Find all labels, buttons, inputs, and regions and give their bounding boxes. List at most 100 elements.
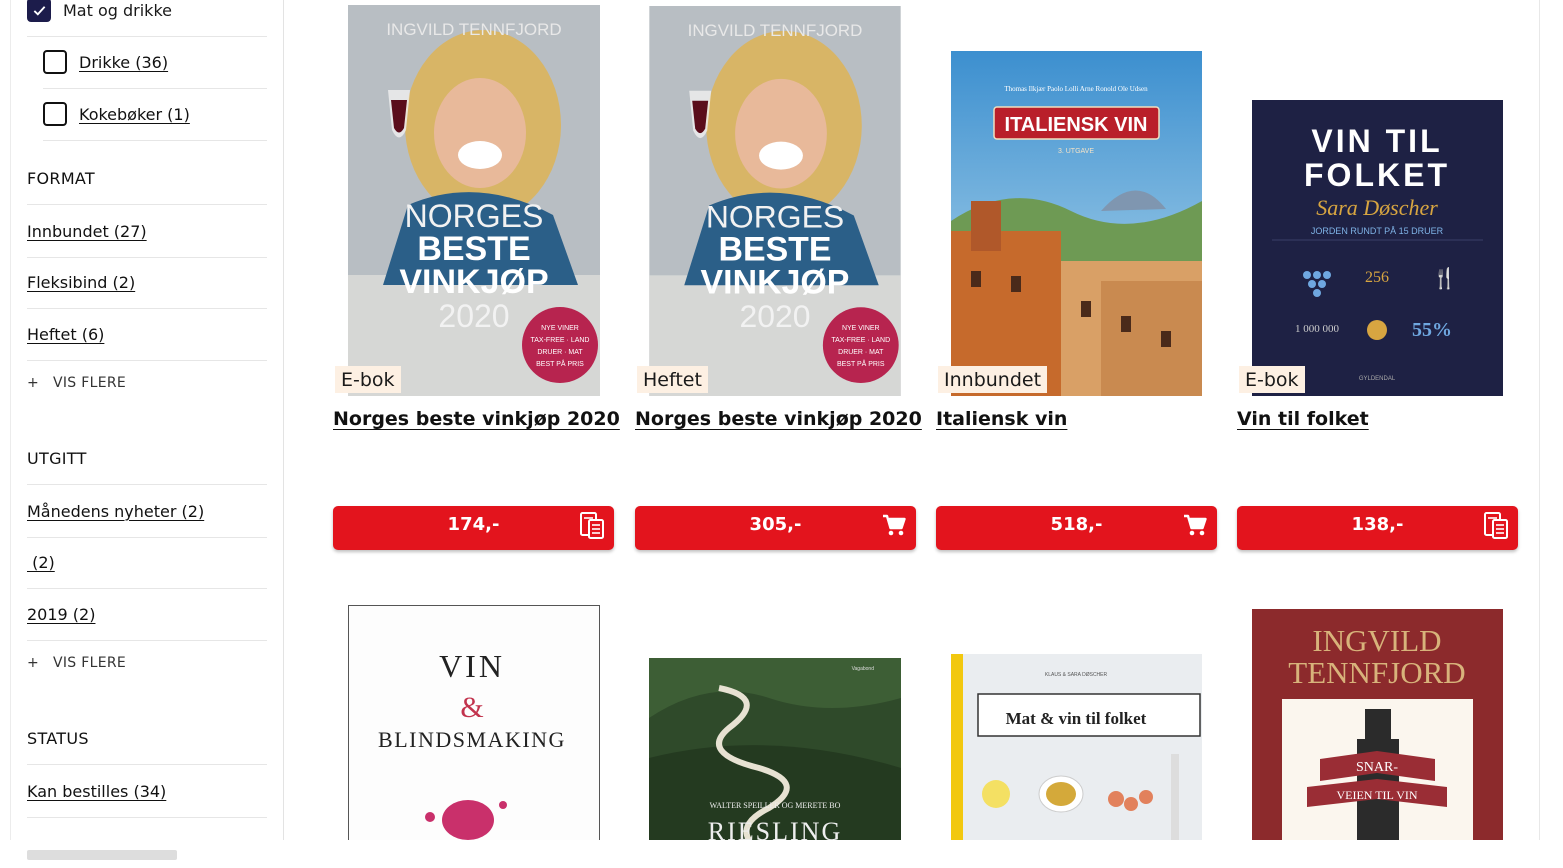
filter-item-2019[interactable]: 2019 (2) [27, 588, 267, 641]
cover-sticker: NYE VINER [842, 325, 880, 332]
cover-banner2: VEIEN TIL VIN [1336, 788, 1417, 802]
product-title-link[interactable]: Vin til folket [1237, 408, 1369, 430]
book-cover-image[interactable]: INGVILD TENNFJORD SNAR- VEIEN TIL VIN [1252, 609, 1503, 840]
filter-heading-utgitt: UTGITT [27, 449, 87, 468]
checkbox-unchecked[interactable] [43, 50, 67, 74]
format-badge: Heftet [637, 366, 708, 393]
price-label: 305,- [749, 514, 802, 535]
filter-link-cutoff [27, 850, 177, 860]
checkbox-unchecked[interactable] [43, 102, 67, 126]
cover-line1: NORGES [706, 198, 844, 234]
book-cover-image[interactable]: VIN TIL FOLKET Sara Døscher JORDEN RUNDT… [1252, 100, 1503, 396]
cover-publisher: GYLDENDAL [1359, 376, 1396, 382]
filter-link-blank[interactable]: (2) [27, 553, 55, 572]
cover-sticker: DRUER · MAT [838, 349, 884, 356]
cover-sticker: TAX-FREE · LAND [831, 337, 890, 344]
filter-link-heftet[interactable]: Heftet (6) [27, 325, 104, 344]
filter-item-innbundet[interactable]: Innbundet (27) [27, 204, 267, 258]
cart-icon [883, 514, 906, 536]
cover-stat3: 55% [1412, 319, 1452, 341]
cover-line1: VIN TIL [1311, 123, 1442, 159]
cover-sticker: BEST PÅ PRIS [837, 359, 885, 368]
cover-line3: BLINDSMAKING [378, 727, 566, 752]
filter-item-drikke[interactable]: Drikke (36) [43, 36, 267, 89]
filter-link-kan-bestilles[interactable]: Kan bestilles (34) [27, 782, 166, 801]
cover-banner1: SNAR- [1356, 760, 1398, 775]
filter-item-partial[interactable] [27, 816, 267, 868]
filter-heading-format: FORMAT [27, 169, 95, 188]
filter-heading-status: STATUS [27, 729, 89, 748]
cover-line3: VINKJØP [701, 263, 850, 301]
book-cover-image[interactable]: Thomas Ilkjær Paolo Lolli Arne Ronold Ol… [951, 51, 1202, 396]
filter-category-label: Mat og drikke [63, 0, 172, 20]
book-cover-image[interactable]: INGVILD TENNFJORD NORGES BESTE VINKJØP 2… [348, 5, 600, 396]
cover-edition: 3. UTGAVE [1058, 148, 1094, 155]
cover-line4: 2020 [438, 298, 509, 334]
check-icon [33, 5, 45, 16]
vis-flere-utgitt-button[interactable]: + VIS FLERE [27, 655, 126, 671]
vis-flere-format-button[interactable]: + VIS FLERE [27, 375, 126, 391]
cover-line1: NORGES [405, 198, 544, 234]
ebook-icon [580, 512, 604, 539]
cover-line4: 2020 [740, 298, 811, 334]
format-badge: E-bok [1239, 366, 1305, 393]
book-cover-image[interactable]: VIN & BLINDSMAKING [348, 605, 600, 840]
price-label: 518,- [1050, 514, 1103, 535]
cover-line2: FOLKET [1304, 157, 1450, 193]
product-title-link[interactable]: Norges beste vinkjøp 2020 [333, 408, 620, 430]
buy-button[interactable]: 174,- [333, 506, 614, 550]
cover-stat1: 256 [1365, 269, 1389, 286]
cover-sticker: NYE VINER [541, 325, 579, 332]
product-title-link[interactable]: Norges beste vinkjøp 2020 [635, 408, 922, 430]
checkbox-checked[interactable] [27, 0, 51, 22]
cover-stat2: 1 000 000 [1295, 323, 1340, 335]
plus-icon: + [27, 655, 40, 671]
vis-flere-label: VIS FLERE [53, 375, 127, 391]
cover-sticker: BEST PÅ PRIS [536, 359, 584, 368]
cover-sticker: DRUER · MAT [537, 349, 583, 356]
book-cover-image[interactable]: KLAUS & SARA DØSCHER Mat & vin til folke… [951, 654, 1202, 840]
cover-subtitle: JORDEN RUNDT PÅ 15 DRUER [1311, 226, 1444, 236]
filter-link-manedens-nyheter[interactable]: Månedens nyheter (2) [27, 502, 204, 521]
cart-icon [1184, 514, 1207, 536]
filter-item-manedens-nyheter[interactable]: Månedens nyheter (2) [27, 484, 267, 538]
filter-item-kan-bestilles[interactable]: Kan bestilles (34) [27, 764, 267, 818]
product-title-link[interactable]: Italiensk vin [936, 408, 1067, 430]
cover-author: INGVILD TENNFJORD [386, 20, 561, 39]
ebook-icon [1484, 512, 1508, 539]
filter-link-2019[interactable]: 2019 (2) [27, 605, 95, 624]
filter-item-fleksibind[interactable]: Fleksibind (2) [27, 256, 267, 309]
filter-link-innbundet[interactable]: Innbundet (27) [27, 222, 147, 241]
vis-flere-label: VIS FLERE [53, 655, 127, 671]
filter-item-kokeboker[interactable]: Kokebøker (1) [43, 88, 267, 141]
cover-line1: VIN [439, 648, 505, 684]
add-to-cart-button[interactable]: 305,- [635, 506, 916, 550]
svg-text:Vagabond: Vagabond [852, 666, 875, 672]
cover-author: Sara Døscher [1316, 195, 1438, 220]
add-to-cart-button[interactable]: 518,- [936, 506, 1217, 550]
filter-category-mat-og-drikke[interactable]: Mat og drikke [27, 0, 267, 37]
product-grid: INGVILD TENNFJORD NORGES BESTE VINKJØP 2… [302, 0, 1552, 840]
cover-line2: TENNFJORD [1288, 655, 1465, 690]
filter-link-kokeboker[interactable]: Kokebøker (1) [79, 105, 190, 124]
cover-author: INGVILD TENNFJORD [688, 21, 863, 40]
scrollbar-track[interactable] [1539, 0, 1552, 840]
book-cover-image[interactable]: Vagabond WALTER SPEILLER OG MERETE BO RI… [649, 658, 901, 840]
cover-authors: WALTER SPEILLER OG MERETE BO [710, 801, 841, 810]
filter-item-heftet[interactable]: Heftet (6) [27, 308, 267, 361]
format-badge: E-bok [335, 366, 401, 393]
filter-item-blank[interactable]: (2) [27, 536, 267, 589]
filter-link-fleksibind[interactable]: Fleksibind (2) [27, 273, 135, 292]
price-label: 138,- [1351, 514, 1404, 535]
filter-link-drikke[interactable]: Drikke (36) [79, 53, 168, 72]
cover-line2: & [460, 691, 483, 724]
book-cover-image[interactable]: INGVILD TENNFJORD NORGES BESTE VINKJØP 2… [649, 6, 901, 396]
filter-sidebar: Mat og drikke Drikke (36) Kokebøker (1) … [10, 0, 284, 860]
cover-title: RIESLING [708, 817, 842, 840]
cover-title: ITALIENSK VIN [1005, 114, 1148, 136]
cover-line1: INGVILD [1312, 623, 1441, 658]
buy-button[interactable]: 138,- [1237, 506, 1518, 550]
cover-sticker: TAX-FREE · LAND [531, 337, 590, 344]
format-badge: Innbundet [938, 366, 1048, 393]
cover-title: Mat & vin til folket [1006, 709, 1147, 728]
